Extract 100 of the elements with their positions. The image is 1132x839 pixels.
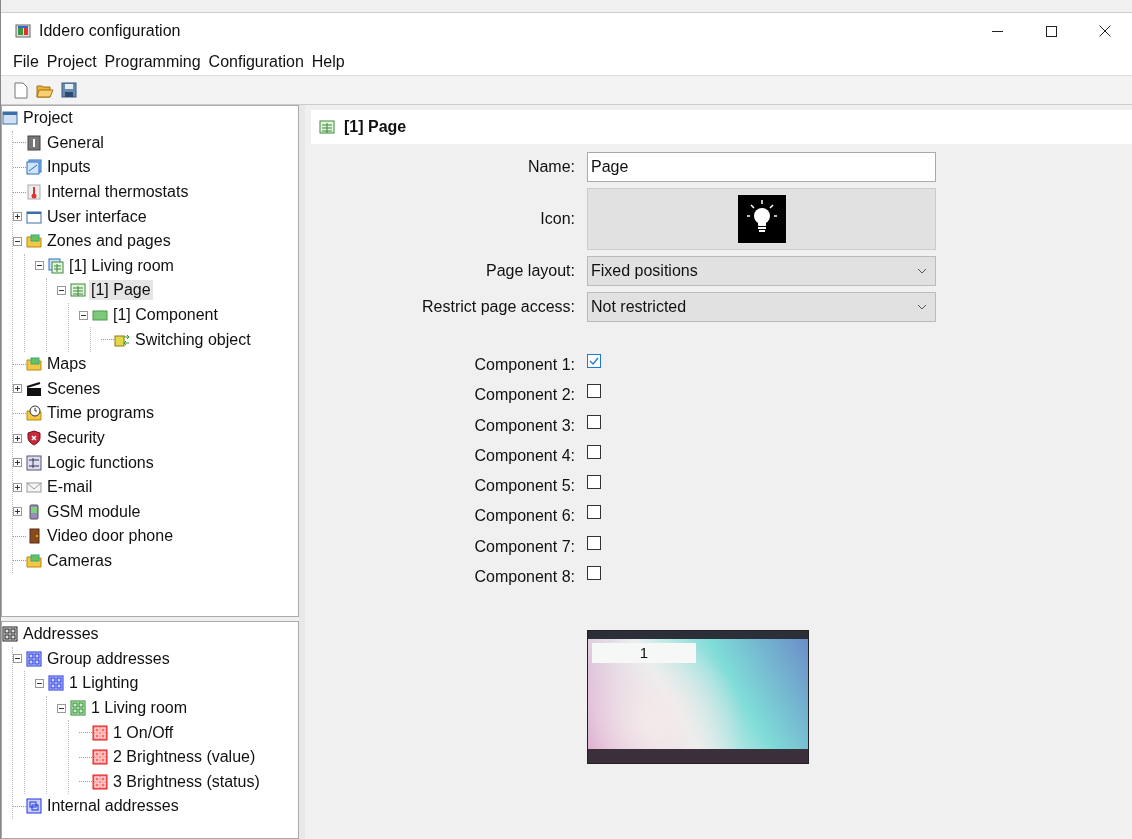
tree-item[interactable]: User interface (45, 206, 149, 227)
tree-item-icon (26, 528, 42, 545)
component-tile: 1 (592, 643, 696, 664)
collapse-toggle[interactable] (57, 703, 66, 713)
close-icon (1099, 25, 1111, 37)
tree-item-icon (319, 119, 335, 135)
address-grid-icon (70, 700, 86, 717)
checkbox-label: Component 4: (474, 445, 575, 466)
tree-item[interactable]: Switching object (133, 329, 253, 350)
chevron-down-icon (917, 268, 927, 274)
tree-item[interactable]: Inputs (45, 157, 93, 178)
tree-item-icon (26, 134, 42, 151)
tree-item-icon (26, 184, 42, 201)
expand-toggle[interactable] (13, 482, 22, 492)
tree-item[interactable]: [1] Component (111, 305, 220, 326)
field-label: Page layout: (485, 262, 575, 280)
tree-item[interactable]: 1 On/Off (111, 722, 176, 743)
field-label: Name: (526, 158, 575, 176)
address-grid-icon (92, 773, 108, 790)
menu-item[interactable]: Project (42, 53, 101, 71)
collapse-toggle[interactable] (13, 236, 22, 246)
tree-root[interactable]: Addresses (21, 624, 101, 645)
menu-item[interactable]: Programming (100, 53, 205, 71)
address-grid-icon (26, 650, 42, 667)
checkbox[interactable] (587, 566, 601, 581)
tree-item[interactable]: Internal addresses (45, 796, 181, 817)
collapse-toggle[interactable] (79, 310, 88, 320)
collapse-toggle[interactable] (35, 679, 44, 688)
tree-item-icon (70, 282, 86, 299)
tree-item-icon (26, 405, 42, 422)
checkbox[interactable] (587, 354, 601, 368)
tree-item[interactable]: General (45, 132, 106, 153)
checkbox-label: Component 5: (474, 476, 575, 497)
dropdown[interactable]: Fixed positions (587, 256, 936, 286)
tree-item-icon (92, 307, 108, 324)
tree-item-icon (26, 454, 42, 471)
tree-item-icon (26, 233, 42, 250)
tree-item-icon (26, 356, 42, 373)
tree-item[interactable]: [1] Living room (67, 255, 176, 276)
collapse-toggle[interactable] (13, 654, 22, 664)
tree-item-icon (26, 430, 42, 446)
chevron-down-icon (917, 304, 927, 310)
expand-toggle[interactable] (13, 212, 22, 222)
checkbox[interactable] (587, 475, 601, 490)
tree-item[interactable]: 1 Lighting (67, 673, 141, 694)
tree-item-icon (2, 110, 18, 127)
tree-item[interactable]: Cameras (45, 551, 114, 571)
tree-item[interactable]: Security (45, 428, 107, 448)
checkbox-label: Component 8: (474, 567, 575, 588)
tree-item-icon (48, 257, 64, 274)
menu-item[interactable]: File (9, 53, 43, 71)
address-grid-icon (92, 724, 108, 741)
tree-item[interactable]: Zones and pages (45, 231, 173, 252)
collapse-toggle[interactable] (57, 285, 66, 295)
tree-item[interactable]: 2 Brightness (value) (111, 747, 258, 768)
tree-item[interactable]: Time programs (45, 403, 156, 424)
minimize-icon (991, 30, 1003, 32)
expand-toggle[interactable] (13, 384, 22, 394)
checkbox-label: Component 6: (474, 506, 575, 527)
tree-item[interactable]: Internal thermostats (45, 182, 191, 203)
menu-item[interactable]: Configuration (204, 53, 308, 71)
tree-item[interactable]: E-mail (45, 477, 95, 498)
collapse-toggle[interactable] (35, 261, 44, 271)
checkbox[interactable] (587, 444, 601, 459)
expand-toggle[interactable] (13, 433, 22, 443)
address-grid-icon (2, 626, 18, 643)
tree-item[interactable]: Scenes (45, 378, 103, 399)
address-grid-icon (48, 675, 64, 692)
tree-item[interactable]: Maps (45, 354, 89, 375)
tree-item-icon (26, 503, 42, 520)
tree-item[interactable]: Video door phone (45, 526, 176, 547)
tree-item-icon (26, 380, 42, 397)
app-icon (15, 23, 31, 39)
field-label: Icon: (539, 210, 575, 228)
checkbox[interactable] (587, 505, 601, 520)
tree-item-icon (26, 479, 42, 496)
lightbulb-icon (737, 195, 786, 243)
checkbox[interactable] (587, 535, 601, 550)
expand-toggle[interactable] (13, 507, 22, 517)
checkbox[interactable] (587, 384, 601, 399)
tree-item[interactable]: [1] Page (89, 280, 153, 301)
tree-item-icon (26, 159, 42, 176)
icon-picker[interactable] (587, 188, 936, 250)
tree-item-icon (26, 553, 42, 569)
tree-item[interactable]: Logic functions (45, 452, 156, 473)
tree-item[interactable]: GSM module (45, 501, 143, 522)
tree-item[interactable]: 1 Living room (89, 698, 190, 719)
checkbox-label: Component 3: (474, 415, 575, 436)
maximize-icon (1045, 25, 1057, 37)
menu-item[interactable]: Help (307, 53, 349, 71)
tree-item[interactable]: Group addresses (45, 648, 172, 669)
expand-toggle[interactable] (13, 458, 22, 468)
panel-title: [1] Page (344, 118, 407, 136)
checkbox[interactable] (587, 414, 601, 429)
tree-item[interactable]: 3 Brightness (status) (111, 771, 262, 792)
field-label: Restrict page access: (421, 298, 575, 316)
tree-root[interactable]: Project (21, 108, 75, 129)
checkbox-label: Component 2: (474, 385, 575, 406)
name-input[interactable]: Page (587, 152, 936, 182)
dropdown[interactable]: Not restricted (587, 292, 936, 322)
